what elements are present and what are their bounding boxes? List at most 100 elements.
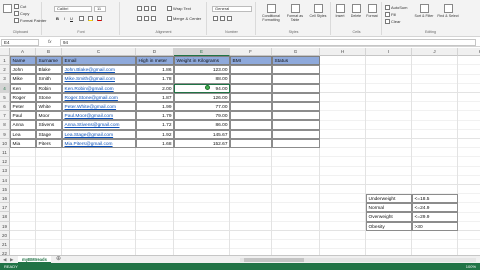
bmi-category-cell[interactable]: Overweight	[366, 212, 412, 222]
table-cell[interactable]: 123.00	[174, 65, 230, 75]
table-cell[interactable]: 1.86	[136, 65, 174, 75]
column-header-i[interactable]: I	[366, 48, 412, 56]
column-header-g[interactable]: G	[272, 48, 320, 56]
table-cell[interactable]: White	[36, 102, 62, 112]
bmi-cell[interactable]	[230, 129, 272, 139]
row-header-5[interactable]: 5	[0, 92, 10, 102]
table-cell[interactable]: Roger	[10, 92, 36, 102]
table-cell[interactable]: Anna	[10, 120, 36, 130]
row-header-18[interactable]: 18	[0, 212, 10, 222]
align-right-icon[interactable]	[151, 16, 156, 21]
horizontal-scrollbar[interactable]	[240, 258, 476, 262]
column-header-c[interactable]: C	[62, 48, 136, 56]
table-cell[interactable]: 1.78	[136, 74, 174, 84]
status-cell[interactable]	[272, 102, 320, 112]
table-cell[interactable]: 88.00	[174, 74, 230, 84]
formula-input[interactable]: 94	[60, 39, 476, 46]
table-cell[interactable]: 1.92	[136, 129, 174, 139]
table-cell[interactable]: 126.00	[174, 92, 230, 102]
table-cell[interactable]: John	[10, 65, 36, 75]
table-header-cell[interactable]: Surname	[36, 56, 62, 66]
table-cell[interactable]: 1.68	[136, 138, 174, 148]
table-cell[interactable]: John.Blake@gmail.com	[62, 65, 136, 75]
italic-button[interactable]: I	[62, 16, 67, 21]
row-header-3[interactable]: 3	[0, 74, 10, 84]
table-cell[interactable]: 1.99	[136, 102, 174, 112]
cut-button[interactable]: Cut	[14, 4, 26, 9]
table-cell[interactable]: 1.72	[136, 120, 174, 130]
conditional-formatting-button[interactable]: Conditional Formatting	[258, 4, 284, 22]
bmi-cell[interactable]	[230, 138, 272, 148]
select-all-corner[interactable]	[0, 48, 10, 56]
bold-button[interactable]: B	[55, 16, 60, 21]
table-cell[interactable]: Paul	[10, 111, 36, 121]
table-header-cell[interactable]: Status	[272, 56, 320, 66]
number-format-select[interactable]: General	[212, 6, 252, 12]
status-cell[interactable]	[272, 111, 320, 121]
bmi-category-cell[interactable]: Underweight	[366, 194, 412, 204]
sheet-tab[interactable]: myBMIreads	[18, 256, 51, 263]
font-family-select[interactable]: Calibri	[54, 6, 92, 12]
find-select-button[interactable]: Find & Select	[437, 4, 459, 18]
bmi-threshold-cell[interactable]: >30	[412, 221, 458, 231]
row-header-8[interactable]: 8	[0, 120, 10, 130]
format-painter-button[interactable]: Format Painter	[14, 18, 46, 23]
row-header-14[interactable]: 14	[0, 175, 10, 185]
border-icon[interactable]	[79, 16, 84, 21]
fill-button[interactable]: Fill	[385, 12, 396, 17]
status-cell[interactable]	[272, 138, 320, 148]
table-cell[interactable]: Mike	[10, 74, 36, 84]
bmi-cell[interactable]	[230, 65, 272, 75]
bmi-cell[interactable]	[230, 120, 272, 130]
underline-button[interactable]: U	[69, 16, 74, 21]
copy-button[interactable]: Copy	[14, 11, 29, 16]
column-header-f[interactable]: F	[230, 48, 272, 56]
table-cell[interactable]: Ken	[10, 83, 36, 93]
table-cell[interactable]: Peter.White@gmail.com	[62, 102, 136, 112]
table-cell[interactable]: Anna.Stivens@gmail.com	[62, 120, 136, 130]
table-cell[interactable]: Robin	[36, 83, 62, 93]
align-top-icon[interactable]	[137, 6, 142, 11]
bmi-threshold-cell[interactable]: <=29.9	[412, 212, 458, 222]
format-button[interactable]: Format	[364, 4, 380, 18]
zoom-level[interactable]: 100%	[466, 263, 476, 270]
format-as-table-button[interactable]: Format as Table	[284, 4, 306, 22]
table-cell[interactable]: Piters	[36, 138, 62, 148]
table-header-cell[interactable]: Weight in Kilograms	[174, 56, 230, 66]
fx-icon[interactable]: fx	[48, 39, 52, 44]
status-cell[interactable]	[272, 65, 320, 75]
row-header-20[interactable]: 20	[0, 230, 10, 240]
status-cell[interactable]	[272, 120, 320, 130]
worksheet-grid[interactable]: ABCDEFGHIJKL1234567891011121314151617181…	[0, 48, 480, 255]
column-header-k[interactable]: K	[458, 48, 480, 56]
table-cell[interactable]: Smith	[36, 74, 62, 84]
table-cell[interactable]: Stage	[36, 129, 62, 139]
table-cell[interactable]: Mike.Smith@gmail.com	[62, 74, 136, 84]
font-color-icon[interactable]	[97, 16, 102, 21]
active-cell-selection[interactable]	[174, 83, 230, 93]
column-header-h[interactable]: H	[320, 48, 366, 56]
bmi-threshold-cell[interactable]: <=18.5	[412, 194, 458, 204]
font-size-select[interactable]: 11	[94, 6, 106, 12]
column-header-j[interactable]: J	[412, 48, 458, 56]
table-cell[interactable]: 79.00	[174, 111, 230, 121]
wrap-text-button[interactable]: Wrap Text	[167, 6, 191, 11]
row-header-19[interactable]: 19	[0, 221, 10, 231]
bmi-threshold-cell[interactable]: <=24.9	[412, 203, 458, 213]
cell-styles-button[interactable]: Cell Styles	[307, 4, 329, 18]
row-header-1[interactable]: 1	[0, 56, 10, 66]
fill-color-icon[interactable]	[88, 16, 93, 21]
table-cell[interactable]: Mia.Piters@gmail.com	[62, 138, 136, 148]
table-cell[interactable]: Peter	[10, 102, 36, 112]
align-middle-icon[interactable]	[144, 6, 149, 11]
align-left-icon[interactable]	[137, 16, 142, 21]
table-cell[interactable]: 1.79	[136, 111, 174, 121]
bmi-cell[interactable]	[230, 83, 272, 93]
row-header-11[interactable]: 11	[0, 148, 10, 158]
bmi-category-cell[interactable]: Normal	[366, 203, 412, 213]
table-cell[interactable]: 152.67	[174, 138, 230, 148]
merge-center-button[interactable]: Merge & Center	[167, 16, 201, 21]
row-header-12[interactable]: 12	[0, 157, 10, 167]
column-header-a[interactable]: A	[10, 48, 36, 56]
table-cell[interactable]: 86.00	[174, 120, 230, 130]
